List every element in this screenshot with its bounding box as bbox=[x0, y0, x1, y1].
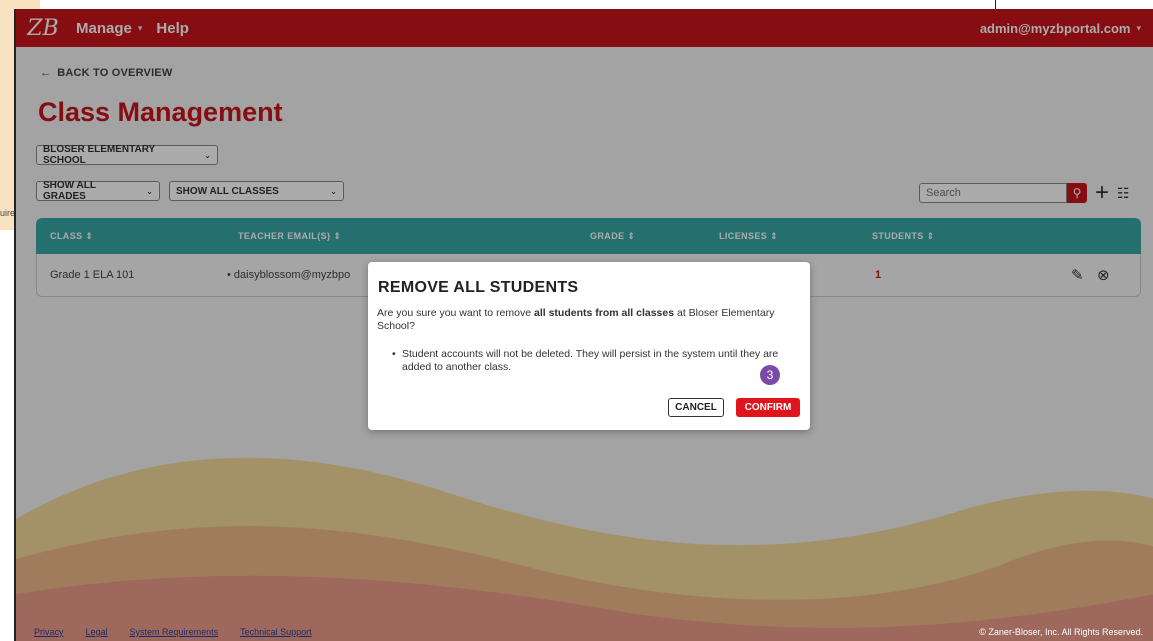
footer-link-privacy[interactable]: Privacy bbox=[34, 627, 64, 637]
footer-links: Privacy Legal System Requirements Techni… bbox=[34, 627, 312, 637]
dialog-bullet-item: • Student accounts will not be deleted. … bbox=[392, 348, 792, 374]
dialog-title: REMOVE ALL STUDENTS bbox=[378, 279, 579, 296]
bullet-dot: • bbox=[392, 348, 396, 360]
dialog-message-emphasis: all students from all classes bbox=[534, 307, 675, 319]
dialog-bullet-text: Student accounts will not be deleted. Th… bbox=[402, 348, 779, 373]
copyright-text: © Zaner-Bloser, Inc. All Rights Reserved… bbox=[979, 627, 1143, 637]
step-badge: 3 bbox=[760, 365, 780, 385]
dialog-message: Are you sure you want to remove all stud… bbox=[377, 307, 797, 333]
cancel-button[interactable]: CANCEL bbox=[668, 398, 724, 417]
footer-link-technical-support[interactable]: Technical Support bbox=[240, 627, 312, 637]
footer-link-system-requirements[interactable]: System Requirements bbox=[130, 627, 219, 637]
app-frame: ZB Manage ▾ Help admin@myzbportal.com ▾ … bbox=[14, 9, 1153, 641]
footer-link-legal[interactable]: Legal bbox=[86, 627, 108, 637]
confirm-button[interactable]: CONFIRM bbox=[736, 398, 800, 417]
remove-students-dialog: REMOVE ALL STUDENTS Are you sure you wan… bbox=[368, 262, 810, 430]
dialog-message-prefix: Are you sure you want to remove bbox=[377, 307, 534, 319]
